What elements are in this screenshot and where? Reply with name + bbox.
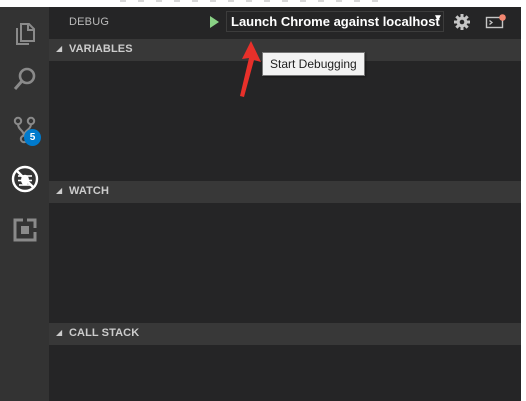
call-stack-panel [49, 345, 521, 401]
start-debugging-tooltip: Start Debugging [262, 52, 365, 76]
start-debugging-button[interactable] [205, 13, 223, 31]
debug-view-title: DEBUG [69, 16, 110, 28]
extensions-icon [13, 218, 37, 242]
open-launch-json-button[interactable] [453, 13, 471, 31]
debug-header: DEBUG Launch Chrome against localhost ▼ [49, 7, 521, 38]
source-control-activity-button[interactable] [0, 106, 49, 154]
variables-section-title: VARIABLES [69, 43, 133, 55]
window-right-edge [521, 7, 526, 401]
watch-section-header[interactable]: ◢ WATCH [49, 181, 521, 203]
variables-panel [49, 61, 521, 181]
expanded-triangle-icon: ◢ [56, 44, 63, 53]
expanded-triangle-icon: ◢ [56, 186, 63, 195]
expanded-triangle-icon: ◢ [56, 328, 63, 337]
source-control-badge: 5 [24, 129, 41, 146]
chevron-down-icon: ▼ [433, 13, 443, 24]
debug-activity-button[interactable] [0, 155, 49, 203]
explorer-icon [15, 23, 35, 45]
vscode-window: 5 DEBUG Launch Chrome against localhost … [0, 0, 526, 401]
explorer-activity-button[interactable] [0, 10, 49, 58]
launch-configuration-dropdown[interactable]: Launch Chrome against localhost ▼ [226, 11, 444, 32]
window-top-edge [0, 0, 526, 7]
watch-section-title: WATCH [69, 185, 110, 197]
call-stack-section-header[interactable]: ◢ CALL STACK [49, 323, 521, 345]
activity-bar: 5 [0, 7, 49, 401]
play-icon [210, 16, 219, 28]
debug-console-button[interactable] [485, 13, 507, 31]
debug-icon [11, 165, 38, 193]
extensions-activity-button[interactable] [0, 206, 49, 254]
launch-configuration-value: Launch Chrome against localhost [231, 14, 440, 29]
debug-console-icon [485, 14, 506, 29]
search-activity-button[interactable] [0, 55, 49, 103]
watch-panel [49, 203, 521, 323]
gear-icon [454, 14, 470, 30]
search-icon [13, 67, 35, 90]
debug-sidebar: DEBUG Launch Chrome against localhost ▼ [49, 7, 521, 401]
call-stack-section-title: CALL STACK [69, 327, 140, 339]
